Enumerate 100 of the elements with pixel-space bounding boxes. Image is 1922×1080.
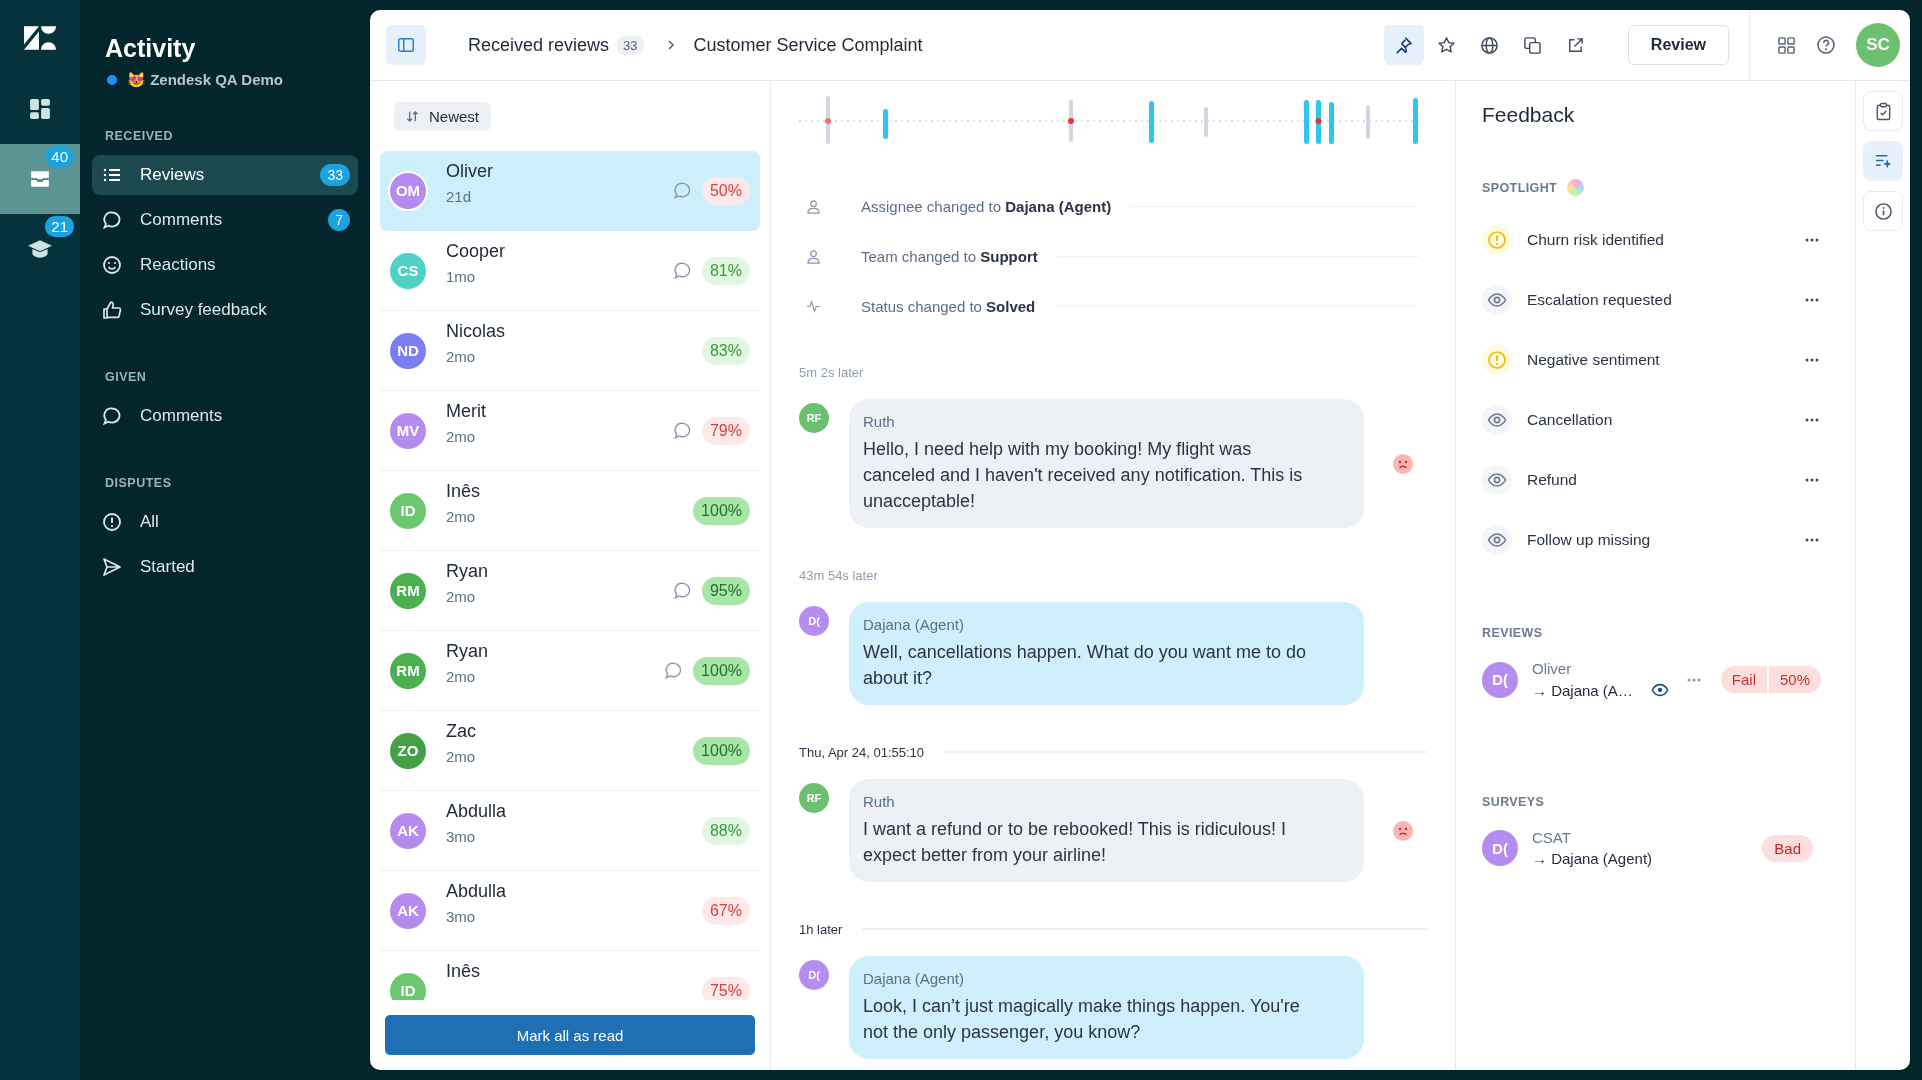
spotlight-item[interactable]: Churn risk identified [1482, 210, 1855, 270]
time-separator: Thu, Apr 24, 01:55:10 [799, 744, 925, 760]
section-heading: SPOTLIGHT [1482, 180, 1558, 195]
nav-item[interactable]: All [92, 502, 358, 542]
panel-icon [397, 36, 415, 54]
sparkle-button[interactable] [1863, 141, 1903, 181]
spotlight-item[interactable]: Escalation requested [1482, 270, 1855, 330]
more-icon[interactable] [1805, 238, 1819, 242]
zendesk-logo[interactable] [24, 26, 56, 50]
time-separator: 1h later [799, 921, 843, 937]
thumbs-up-icon [102, 300, 122, 320]
review-button[interactable]: Review [1627, 25, 1729, 65]
info-icon [1873, 201, 1893, 221]
alert-circle-icon [102, 512, 122, 532]
reviewee-name: → Dajana (Agent) [1532, 850, 1654, 867]
review-list-item[interactable]: ZO Zac 2mo 100% [380, 711, 760, 791]
score-badge: 100% [693, 736, 750, 765]
score-badge: 100% [693, 496, 750, 525]
eye-icon [1650, 681, 1669, 699]
nav-item[interactable]: Reactions [92, 245, 358, 285]
more-icon[interactable] [1805, 538, 1819, 542]
review-list-item[interactable]: AK Abdulla 3mo 67% [380, 871, 760, 951]
avatar: D( [799, 960, 829, 990]
grid-icon [1776, 35, 1796, 55]
spotlight-item[interactable]: Refund [1482, 450, 1855, 510]
review-list-item[interactable]: MV Merit 2mo 79% [380, 391, 760, 471]
nav-item[interactable]: Reviews 33 [92, 155, 358, 195]
review-age: 21d [446, 188, 473, 205]
status-dot-icon [107, 75, 117, 85]
survey-name: CSAT [1532, 829, 1572, 846]
review-list-item[interactable]: ID Inês 2mo 100% [380, 471, 760, 551]
nav-item[interactable]: Started [92, 547, 358, 587]
avatar: AK [390, 812, 426, 849]
comment-icon [102, 210, 122, 230]
review-list-item[interactable]: AK Abdulla 3mo 88% [380, 791, 760, 871]
warning-icon [1482, 345, 1512, 375]
spotlight-item[interactable]: Negative sentiment [1482, 330, 1855, 390]
panel-title: Feedback [1482, 103, 1576, 127]
eye-icon [1482, 465, 1512, 495]
more-icon[interactable] [1805, 298, 1819, 302]
inbox-icon [29, 168, 51, 190]
count-badge: 40 [45, 146, 74, 167]
message-author: Ruth [863, 793, 896, 810]
more-icon[interactable] [1805, 358, 1819, 362]
sort-button[interactable]: Newest [394, 101, 492, 131]
review-age: 1mo [446, 268, 477, 285]
score-badge: 83% [701, 336, 750, 365]
review-age: 2mo [446, 588, 477, 605]
review-age: 2mo [446, 428, 477, 445]
section-heading: GIVEN [104, 370, 148, 384]
activity-icon [806, 298, 821, 314]
time-separator: 5m 2s later [799, 364, 864, 380]
more-icon[interactable] [1805, 418, 1819, 422]
info-button[interactable] [1863, 191, 1903, 231]
spotlight-item[interactable]: Follow up missing [1482, 510, 1855, 570]
ai-orb-icon [1567, 179, 1585, 196]
result-badge: Bad [1762, 834, 1813, 862]
message-author: Dajana (Agent) [863, 616, 965, 633]
avatar: CS [390, 252, 426, 289]
breadcrumb-link[interactable]: Received reviews [468, 34, 610, 56]
avatar: RF [799, 403, 829, 433]
avatar: AK [390, 892, 426, 929]
spotlight-item[interactable]: Cancellation [1482, 390, 1855, 450]
eye-icon [1482, 285, 1512, 315]
avatar: RF [799, 783, 829, 813]
review-list-item[interactable]: CS Cooper 1mo 81% [380, 231, 760, 311]
eye-icon [1482, 525, 1512, 555]
sidebar-toggle-button[interactable] [386, 25, 426, 65]
pin-icon [1394, 35, 1414, 55]
score-badge: 79% [701, 416, 750, 445]
message-text: Hello, I need help with my booking! My flight was canceled and I haven't received any notification. This is unacceptable! [863, 438, 1304, 513]
review-age: 2mo [446, 508, 477, 525]
mark-all-read-button[interactable]: Mark all as read [385, 1015, 755, 1055]
graduation-cap-icon [27, 238, 53, 260]
nav-item[interactable]: Survey feedback [92, 290, 358, 330]
dashboard-icon [29, 98, 51, 120]
avatar: ND [390, 332, 426, 369]
review-list-item[interactable]: OM Oliver 21d 50% [380, 151, 760, 231]
nav-item[interactable]: Comments 7 [92, 200, 358, 240]
person-icon [806, 198, 821, 214]
message-text: I want a refund or to be rebooked! This is ridiculous! I expect better from your airline! [863, 818, 1287, 867]
warning-icon [1482, 225, 1512, 255]
more-icon[interactable] [1805, 478, 1819, 482]
avatar: D( [1482, 661, 1518, 698]
count-badge: 21 [45, 216, 74, 237]
avatar: MV [390, 412, 426, 449]
nav-item[interactable]: Comments [92, 396, 358, 436]
reviewer-name: Ryan [446, 561, 490, 582]
review-list-item[interactable]: RM Ryan 2mo 100% [380, 631, 760, 711]
reviewer-name: Oliver [446, 161, 494, 182]
review-list-item[interactable]: RM Ryan 2mo 95% [380, 551, 760, 631]
review-age: 3mo [446, 828, 477, 845]
score-badge: 100% [693, 656, 750, 685]
avatar: D( [799, 606, 829, 636]
review-list-item[interactable]: ND Nicolas 2mo 83% [380, 311, 760, 391]
avatar: ZO [390, 732, 426, 769]
globe-icon [1480, 35, 1500, 55]
pin-button[interactable] [1383, 25, 1424, 65]
clipboard-button[interactable] [1863, 91, 1903, 131]
review-age: 2mo [446, 748, 477, 765]
